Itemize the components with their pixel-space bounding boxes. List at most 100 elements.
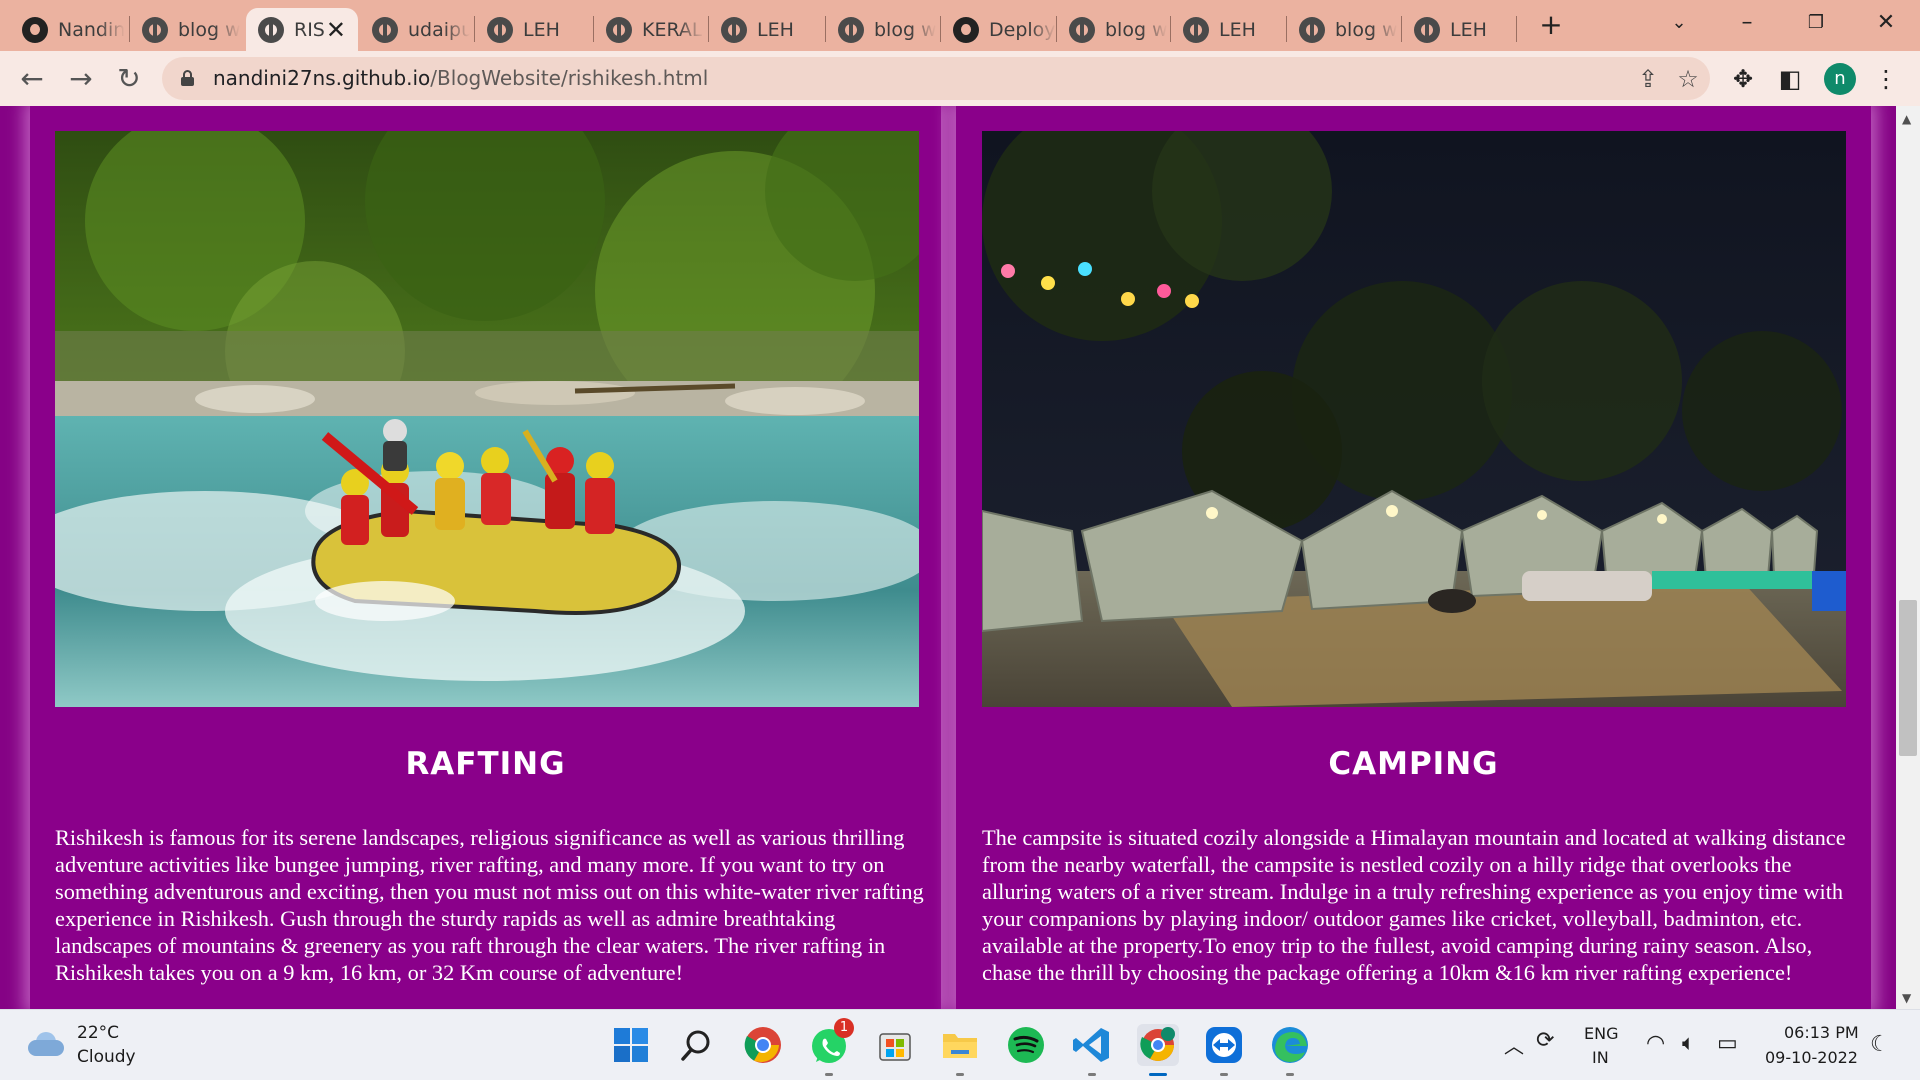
globe-icon (1183, 16, 1209, 43)
language-indicator[interactable]: ENG (1584, 1024, 1618, 1043)
browser-toolbar: ← → ↻ nandini27ns.github.io/BlogWebsite/… (0, 51, 1920, 106)
profile-avatar[interactable]: n (1824, 63, 1856, 95)
scrollbar-thumb[interactable] (1899, 600, 1917, 756)
tab-fade (99, 8, 125, 51)
tab-search-icon[interactable]: ⌄ (1655, 6, 1703, 40)
camping-photo (982, 131, 1846, 707)
globe-icon (606, 16, 632, 43)
spotify-icon (1008, 1027, 1044, 1063)
folder-icon (943, 1034, 977, 1058)
card-heading: RAFTING (405, 746, 566, 782)
chrome-icon (1140, 1027, 1175, 1061)
tab-title: LEH (1219, 18, 1256, 41)
activity-card-rafting: RAFTING Rishikesh is famous for its sere… (30, 106, 941, 1009)
globe-icon (838, 16, 864, 43)
browser-tab-active[interactable]: RIS ✕ (246, 8, 358, 51)
side-panel-icon[interactable]: ◧ (1774, 63, 1806, 95)
browser-tab[interactable]: LEH (475, 8, 590, 51)
weather-temperature[interactable]: 22°C (77, 1023, 119, 1043)
taskbar-edge[interactable] (1269, 1024, 1311, 1076)
tab-fade (214, 8, 240, 51)
card-description: The campsite is situated cozily alongsid… (982, 825, 1846, 985)
battery-icon[interactable]: ▭ (1717, 1031, 1738, 1056)
taskbar-chrome-2[interactable] (1137, 1024, 1179, 1076)
taskbar-spotify[interactable] (1005, 1024, 1047, 1066)
menu-kebab-icon[interactable]: ⋮ (1870, 63, 1902, 95)
extensions-icon[interactable]: ✥ (1727, 63, 1759, 95)
restore-icon[interactable]: ❐ (1792, 6, 1840, 40)
globe-icon (372, 16, 398, 43)
start-button[interactable] (610, 1024, 652, 1066)
tab-fade (910, 8, 936, 51)
url-path: /BlogWebsite/rishikesh.html (430, 66, 709, 90)
browser-tab[interactable]: LEH (1171, 8, 1286, 51)
clock-time[interactable]: 06:13 PM (1784, 1023, 1859, 1042)
tab-fade (678, 8, 704, 51)
github-icon (22, 16, 48, 43)
globe-icon (258, 16, 284, 43)
tab-title: LEH (523, 18, 560, 41)
card-description: Rishikesh is famous for its serene lands… (55, 825, 924, 985)
notification-moon-icon[interactable]: ☾ (1870, 1032, 1890, 1057)
browser-tab[interactable]: LEH (709, 8, 824, 51)
volume-icon[interactable]: 🔈︎ (1682, 1031, 1695, 1056)
weather-condition[interactable]: Cloudy (77, 1047, 136, 1067)
chrome-icon (744, 1027, 781, 1063)
rafting-photo (55, 131, 919, 707)
minimize-icon[interactable]: – (1723, 6, 1771, 40)
url-text[interactable]: nandini27ns.github.io/BlogWebsite/rishik… (213, 66, 708, 90)
rafting-image (55, 131, 919, 707)
share-icon[interactable]: ⇪ (1634, 65, 1662, 93)
globe-icon (1299, 16, 1325, 43)
close-window-icon[interactable]: ✕ (1862, 6, 1910, 40)
cloud-icon[interactable] (28, 1032, 66, 1056)
back-icon[interactable]: ← (16, 63, 48, 95)
tab-title: RIS (294, 18, 325, 41)
scroll-up-arrow-icon[interactable]: ▲ (1902, 112, 1911, 126)
region-indicator[interactable]: IN (1592, 1048, 1609, 1067)
globe-icon (487, 16, 513, 43)
reload-icon[interactable]: ↻ (113, 63, 145, 95)
forward-icon[interactable]: → (65, 63, 97, 95)
taskbar-teamviewer[interactable] (1203, 1024, 1245, 1076)
wifi-icon[interactable]: ◠ (1646, 1031, 1665, 1056)
globe-icon (721, 16, 747, 43)
store-icon (879, 1033, 911, 1061)
activity-card-camping: CAMPING The campsite is situated cozily … (956, 106, 1871, 1009)
windows-taskbar: 22°C Cloudy 1 ︿ ⟳ ENG IN ◠ 🔈︎ ▭ 06:13 PM… (0, 1009, 1920, 1080)
address-bar[interactable]: nandini27ns.github.io/BlogWebsite/rishik… (162, 57, 1710, 100)
close-tab-icon[interactable]: ✕ (326, 16, 346, 44)
tab-fade (1141, 8, 1167, 51)
globe-icon (1069, 16, 1095, 43)
tab-fade (1371, 8, 1397, 51)
browser-tab[interactable]: LEH (1402, 8, 1517, 51)
bookmark-star-icon[interactable]: ☆ (1674, 65, 1702, 93)
search-button[interactable] (676, 1024, 718, 1066)
tab-separator (1516, 16, 1517, 42)
tab-fade (1030, 8, 1056, 51)
taskbar-file-explorer[interactable] (939, 1024, 981, 1076)
lock-icon[interactable] (181, 70, 194, 86)
taskbar-store[interactable] (874, 1024, 916, 1066)
card-heading: CAMPING (1328, 746, 1499, 782)
taskbar-whatsapp[interactable]: 1 (808, 1018, 854, 1076)
scroll-down-arrow-icon[interactable]: ▼ (1902, 991, 1911, 1005)
taskbar-chrome-1[interactable] (742, 1024, 784, 1066)
new-tab-button[interactable]: + (1536, 10, 1566, 40)
teamviewer-icon (1206, 1027, 1242, 1063)
show-hidden-icons-chevron-icon[interactable]: ︿ (1504, 1030, 1524, 1059)
globe-icon (1414, 16, 1440, 43)
tab-title: LEH (1450, 18, 1487, 41)
page-viewport: RAFTING Rishikesh is famous for its sere… (0, 106, 1896, 1009)
tab-strip: Nandini blog w RIS ✕ udaipu LEH KERAL LE… (0, 0, 1920, 51)
taskbar-vscode[interactable] (1071, 1024, 1113, 1076)
sync-icon[interactable]: ⟳ (1536, 1028, 1554, 1053)
url-host: nandini27ns.github.io (213, 66, 431, 90)
github-icon (953, 16, 979, 43)
page-scrollbar[interactable]: ▲ ▼ (1896, 106, 1920, 1009)
notification-badge: 1 (834, 1018, 854, 1038)
search-icon (681, 1030, 710, 1061)
tab-title: LEH (757, 18, 794, 41)
clock-date[interactable]: 09-10-2022 (1765, 1048, 1858, 1067)
globe-icon (142, 16, 168, 43)
